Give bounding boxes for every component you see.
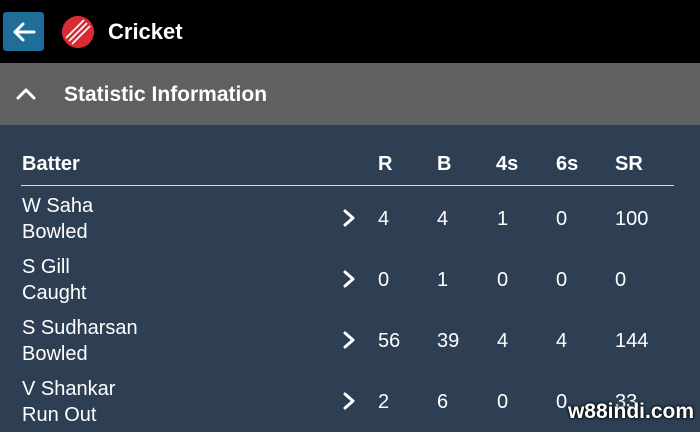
fours-value: 0 (497, 269, 509, 291)
dismissal-type: Caught (22, 282, 87, 304)
batter-name: W Saha (22, 195, 94, 217)
balls-value: 4 (437, 208, 449, 230)
strike-rate-value: 100 (615, 208, 649, 230)
table-row[interactable]: S Sudharsan Bowled 56 39 4 4 144 (0, 310, 700, 371)
sixes-value: 0 (556, 269, 568, 291)
section-title: Statistic Information (64, 83, 268, 106)
top-bar: Cricket (0, 0, 700, 63)
cricket-ball-icon (62, 16, 94, 48)
back-button[interactable] (3, 12, 44, 51)
dismissal-type: Bowled (22, 221, 88, 243)
fours-value: 1 (497, 208, 509, 230)
fours-value: 4 (497, 330, 509, 352)
batter-name: S Gill (22, 256, 70, 278)
fours-value: 0 (497, 391, 509, 413)
table-row[interactable]: S Gill Caught 0 1 0 0 0 (0, 249, 700, 310)
balls-value: 1 (437, 269, 449, 291)
watermark: w88indi.com (567, 400, 694, 423)
balls-value: 6 (437, 391, 449, 413)
chevron-right-icon[interactable] (341, 208, 357, 228)
runs-value: 56 (378, 330, 401, 352)
column-header-batter: Batter (22, 153, 80, 175)
batter-name: V Shankar (22, 378, 116, 400)
strike-rate-value: 0 (615, 269, 627, 291)
chevron-right-icon[interactable] (341, 391, 357, 411)
column-header-sixes: 6s (556, 153, 579, 175)
arrow-left-icon (13, 22, 35, 41)
chevron-right-icon[interactable] (341, 330, 357, 350)
runs-value: 4 (378, 208, 390, 230)
dismissal-type: Run Out (22, 404, 97, 426)
header-divider (21, 185, 674, 186)
sixes-value: 0 (556, 208, 568, 230)
chevron-right-icon[interactable] (341, 269, 357, 289)
column-header-strike-rate: SR (615, 153, 643, 175)
runs-value: 0 (378, 269, 390, 291)
column-header-balls: B (437, 153, 452, 175)
sixes-value: 0 (556, 391, 568, 413)
column-header-runs: R (378, 153, 393, 175)
table-row[interactable]: W Saha Bowled 4 4 1 0 100 (0, 188, 700, 249)
strike-rate-value: 144 (615, 330, 649, 352)
dismissal-type: Bowled (22, 343, 88, 365)
column-header-fours: 4s (496, 153, 519, 175)
balls-value: 39 (437, 330, 460, 352)
app-title: Cricket (108, 19, 183, 44)
chevron-up-icon[interactable] (14, 82, 38, 106)
runs-value: 2 (378, 391, 390, 413)
sixes-value: 4 (556, 330, 568, 352)
batter-name: S Sudharsan (22, 317, 138, 339)
